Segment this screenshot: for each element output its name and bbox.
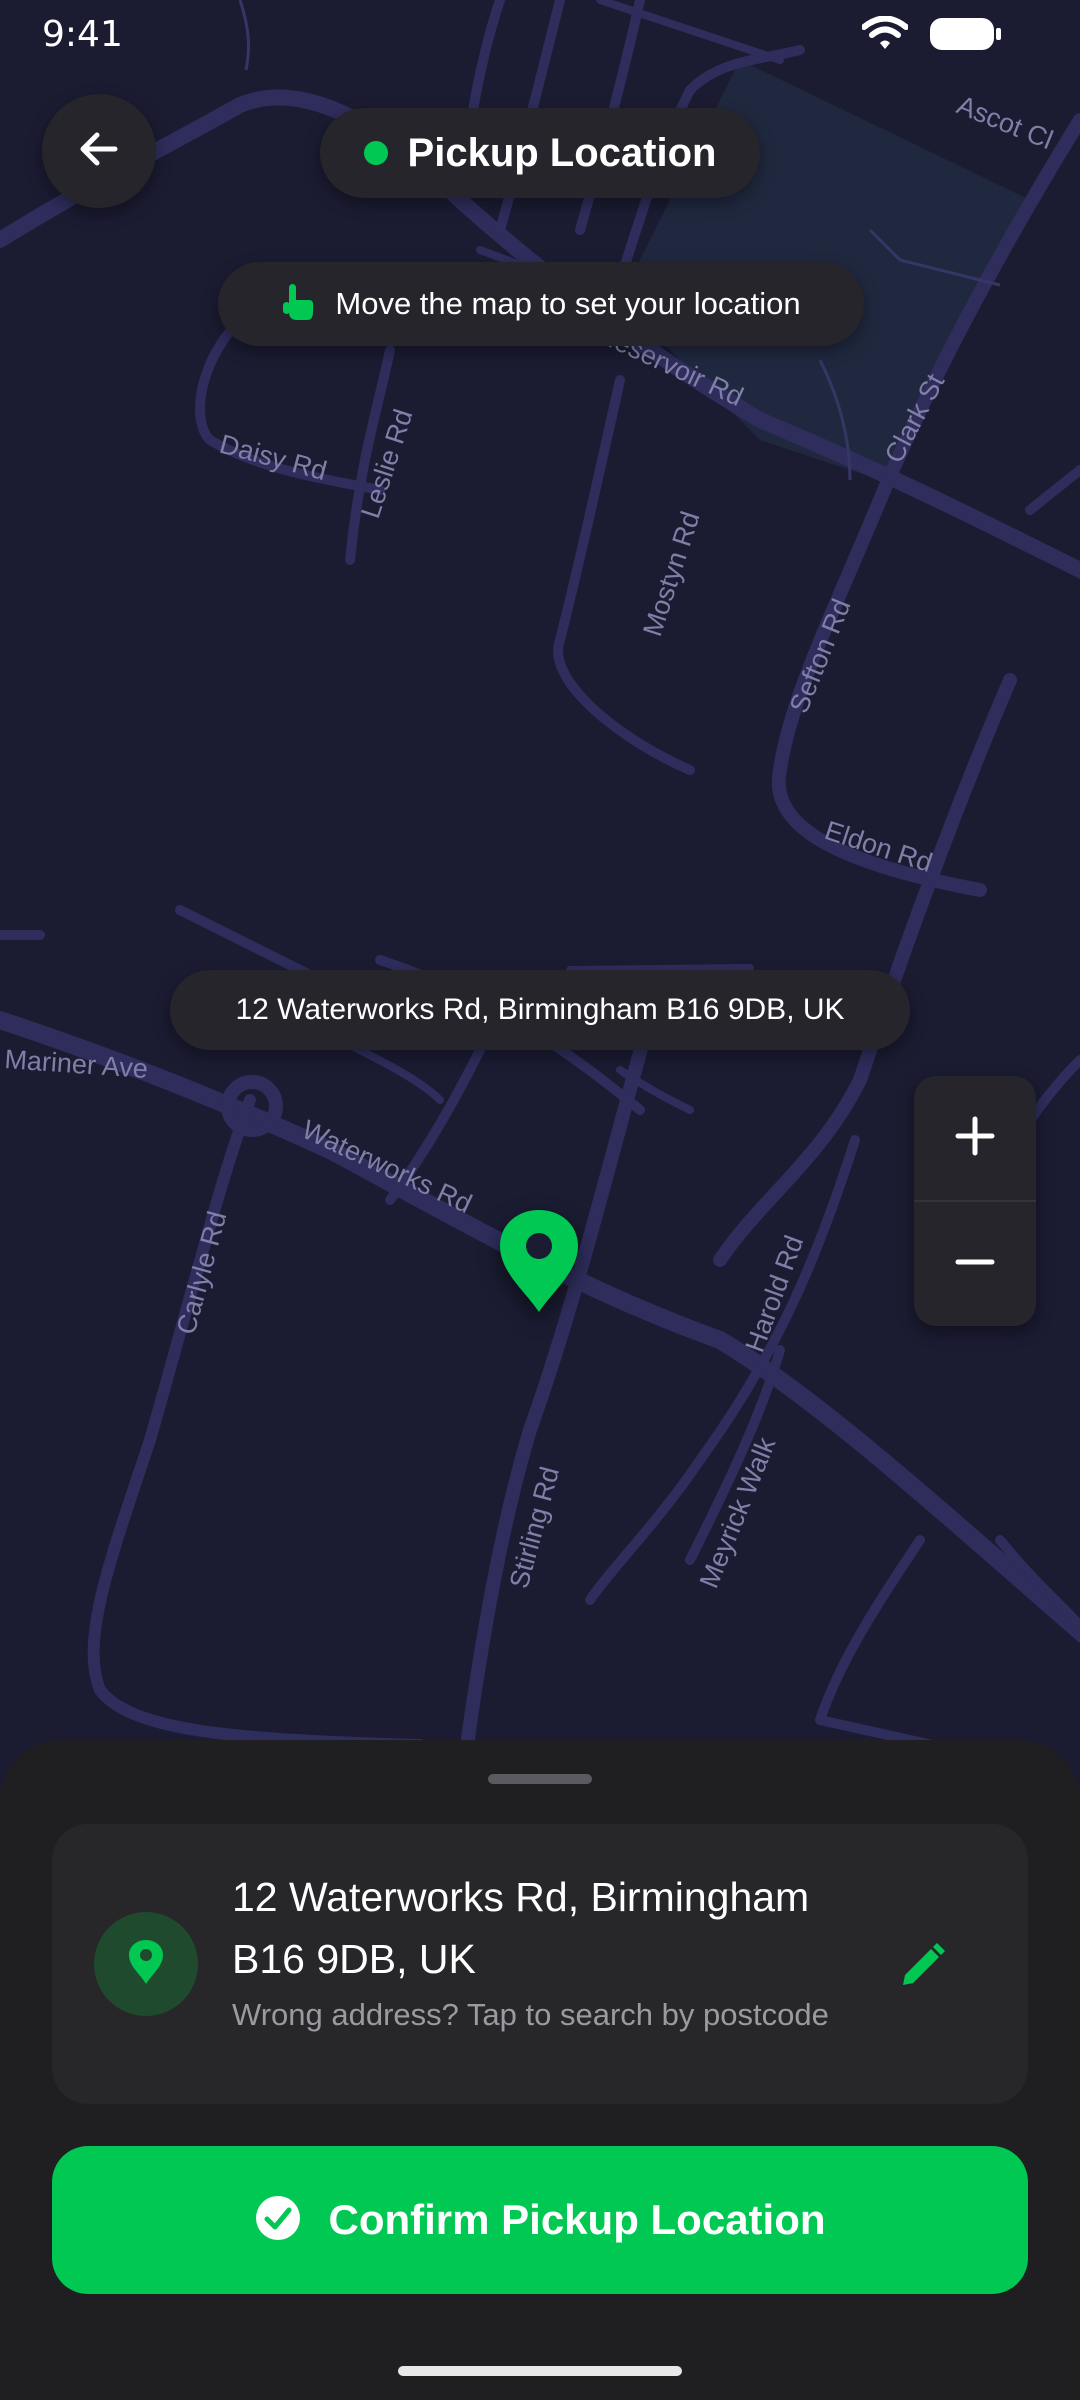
back-button[interactable]	[42, 94, 156, 208]
search-by-postcode-hint[interactable]: Wrong address? Tap to search by postcode	[232, 1994, 832, 2036]
map-hint: Move the map to set your location	[218, 262, 864, 346]
zoom-out-button[interactable]	[914, 1202, 1036, 1326]
sheet-drag-handle[interactable]	[488, 1774, 592, 1784]
battery-icon	[930, 16, 1002, 57]
home-indicator	[398, 2366, 682, 2376]
map-pin-icon[interactable]	[496, 1206, 582, 1316]
arrow-left-icon	[75, 125, 123, 178]
address-card[interactable]: 12 Waterworks Rd, Birmingham B16 9DB, UK…	[52, 1824, 1028, 2104]
zoom-controls	[914, 1076, 1036, 1326]
status-icons	[861, 15, 1002, 57]
confirm-pickup-label: Confirm Pickup Location	[328, 2196, 826, 2243]
bottom-sheet: 12 Waterworks Rd, Birmingham B16 9DB, UK…	[0, 1740, 1080, 2400]
status-dot	[363, 141, 388, 165]
check-circle-icon	[254, 2194, 302, 2247]
status-bar: 9:41	[0, 0, 1080, 70]
pickup-address: 12 Waterworks Rd, Birmingham B16 9DB, UK	[232, 1874, 810, 1982]
pencil-icon[interactable]	[892, 1936, 952, 1996]
minus-icon	[954, 1241, 996, 1288]
location-badge	[94, 1912, 198, 2016]
confirm-pickup-button[interactable]: Confirm Pickup Location	[52, 2146, 1028, 2294]
hand-pointer-icon	[281, 282, 315, 327]
page-title-pill: Pickup Location	[320, 108, 760, 198]
plus-icon	[954, 1115, 996, 1162]
location-pin-icon	[127, 1938, 165, 1991]
map-hint-text: Move the map to set your location	[335, 286, 801, 321]
map-address-label: 12 Waterworks Rd, Birmingham B16 9DB, UK	[170, 970, 910, 1050]
wifi-icon	[861, 15, 909, 57]
map-address-text: 12 Waterworks Rd, Birmingham B16 9DB, UK	[235, 993, 845, 1026]
status-time: 9:41	[42, 14, 123, 55]
page-title: Pickup Location	[407, 130, 717, 175]
zoom-in-button[interactable]	[914, 1076, 1036, 1200]
